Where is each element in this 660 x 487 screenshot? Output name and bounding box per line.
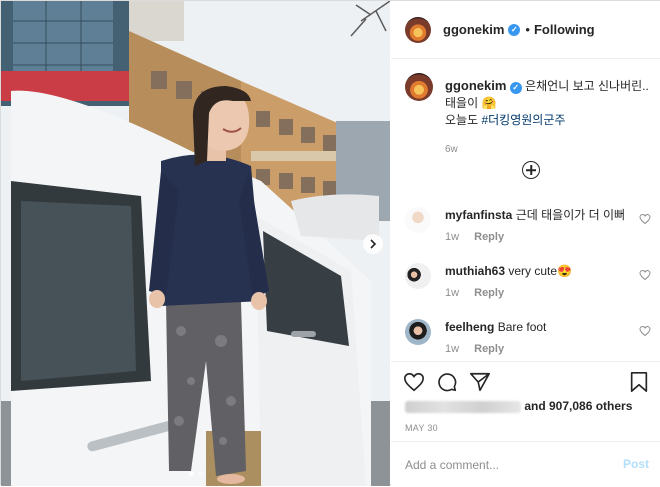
- comment-time: 1w: [445, 231, 460, 243]
- verified-icon: ✓: [509, 81, 522, 94]
- next-photo-button[interactable]: [363, 234, 383, 254]
- comment-body: muthiah63 very cute😍: [445, 263, 640, 279]
- share-icon[interactable]: [469, 371, 491, 393]
- comment-time: 1w: [445, 343, 460, 355]
- post-button[interactable]: Post: [623, 457, 649, 471]
- caption-avatar[interactable]: [405, 73, 433, 101]
- comment-text: Bare foot: [497, 320, 547, 334]
- bookmark-icon[interactable]: [629, 371, 649, 393]
- carousel-dot-active: [189, 471, 194, 476]
- comment-text: very cute😍: [508, 264, 572, 278]
- comment-avatar[interactable]: [405, 263, 431, 289]
- header-separator: •: [525, 22, 530, 37]
- chevron-right-icon: [370, 239, 377, 249]
- comment-meta: 1w Reply: [445, 287, 504, 299]
- post-date: MAY 30: [405, 423, 438, 433]
- likes-count[interactable]: and 907,086 others: [405, 399, 632, 413]
- post-modal: ggonekim ✓ • Following ggonekim ✓ 은채언니 보…: [0, 0, 660, 486]
- comment-avatar[interactable]: [405, 319, 431, 345]
- post-sidebar: ggonekim ✓ • Following ggonekim ✓ 은채언니 보…: [391, 1, 660, 486]
- carousel-dot: [198, 471, 203, 476]
- add-comment-bar: Post: [391, 441, 660, 487]
- comment-username[interactable]: myfanfinsta: [445, 208, 512, 222]
- reply-button[interactable]: Reply: [474, 287, 504, 299]
- comment-meta: 1w Reply: [445, 231, 504, 243]
- reply-button[interactable]: Reply: [474, 343, 504, 355]
- avatar[interactable]: [405, 16, 431, 43]
- comment-meta: 1w Reply: [445, 343, 504, 355]
- action-bar: [391, 361, 660, 402]
- verified-icon: ✓: [508, 23, 521, 36]
- heart-icon[interactable]: [639, 325, 651, 337]
- likes-text: and 907,086 others: [524, 399, 633, 413]
- add-comment-input[interactable]: [405, 457, 595, 473]
- comment-avatar[interactable]: [405, 207, 431, 233]
- caption-text-block: ggonekim ✓ 은채언니 보고 신나버린.. 태을이 🤗 오늘도 #더킹영…: [445, 77, 655, 158]
- heart-icon[interactable]: [403, 371, 425, 393]
- photo-image: [1, 1, 390, 486]
- add-circle-icon[interactable]: [522, 161, 540, 179]
- caption-time: 6w: [445, 144, 458, 155]
- caption-username[interactable]: ggonekim: [445, 78, 506, 93]
- post-photo[interactable]: [1, 1, 390, 486]
- reply-button[interactable]: Reply: [474, 231, 504, 243]
- carousel-dots: [189, 471, 203, 476]
- comment-username[interactable]: feelheng: [445, 320, 494, 334]
- following-button[interactable]: Following: [534, 22, 595, 37]
- comment-time: 1w: [445, 287, 460, 299]
- heart-icon[interactable]: [639, 213, 651, 225]
- caption-line2-prefix: 오늘도: [445, 113, 482, 127]
- post-header: ggonekim ✓ • Following: [391, 1, 660, 59]
- comment-text: 근데 태을이가 더 이뻐: [515, 208, 626, 222]
- caption-hashtag[interactable]: #더킹영원의군주: [481, 113, 565, 127]
- comment-body: myfanfinsta 근데 태을이가 더 이뻐: [445, 207, 640, 223]
- comment-username[interactable]: muthiah63: [445, 264, 505, 278]
- likes-names-blurred: [405, 400, 521, 413]
- heart-icon[interactable]: [639, 269, 651, 281]
- header-username[interactable]: ggonekim: [443, 22, 504, 37]
- comment-icon[interactable]: [436, 371, 458, 393]
- comment-body: feelheng Bare foot: [445, 319, 640, 335]
